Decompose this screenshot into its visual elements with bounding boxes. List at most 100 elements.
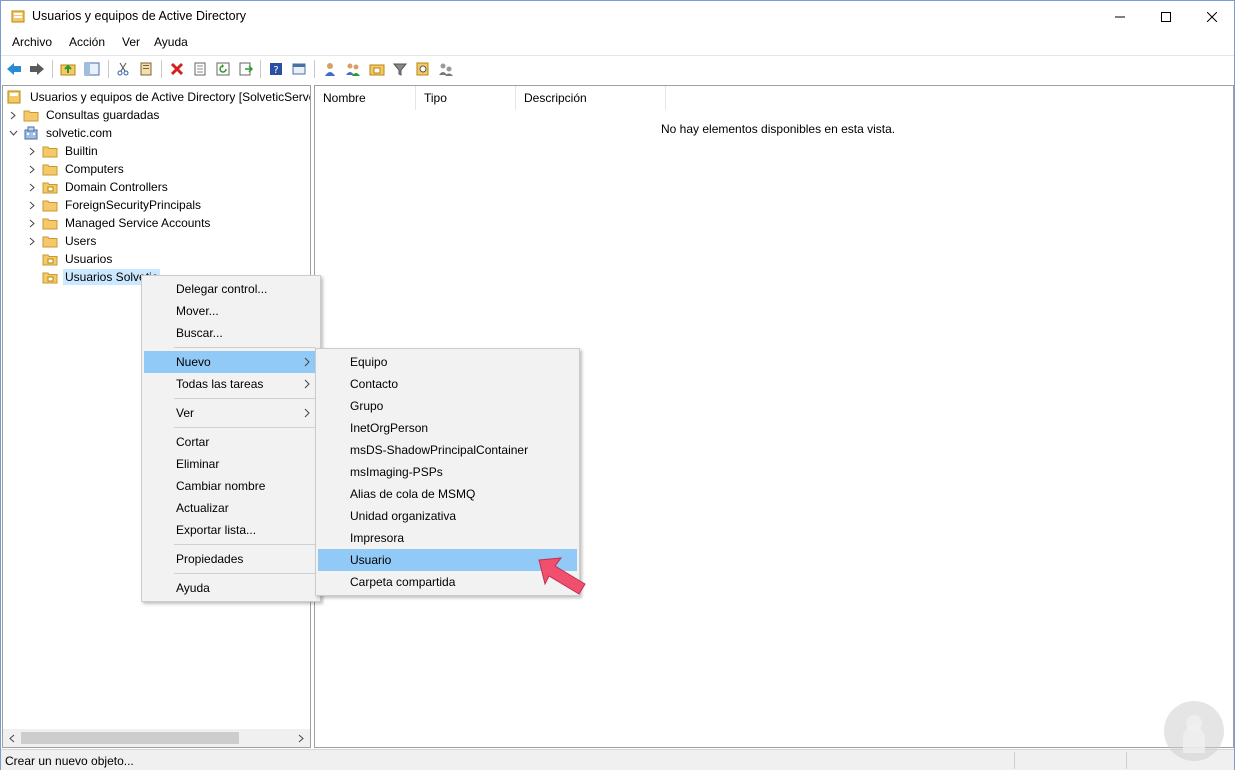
cut-icon[interactable] xyxy=(113,59,133,79)
empty-list-message: No hay elementos disponibles en esta vis… xyxy=(661,122,896,136)
menu-item-cambiar-nombre[interactable]: Cambiar nombre xyxy=(144,475,318,497)
menu-item-ver[interactable]: Ver xyxy=(144,402,318,424)
chevron-right-icon xyxy=(304,407,310,421)
submenu-item-unidad-organizativa[interactable]: Unidad organizativa xyxy=(318,505,577,527)
tree-item-saved-queries[interactable]: Consultas guardadas xyxy=(7,106,161,124)
export-icon[interactable] xyxy=(236,59,256,79)
menu-archivo[interactable]: Archivo xyxy=(9,35,55,49)
menu-item-buscar[interactable]: Buscar... xyxy=(144,322,318,344)
context-menu: Delegar control... Mover... Buscar... Nu… xyxy=(141,275,321,602)
window-title: Usuarios y equipos de Active Directory xyxy=(32,9,246,23)
properties-icon[interactable] xyxy=(190,59,210,79)
chevron-right-icon[interactable] xyxy=(26,163,38,175)
svg-text:?: ? xyxy=(273,65,278,76)
folder-icon xyxy=(42,216,58,230)
pointer-arrow-icon xyxy=(535,554,591,596)
menu-bar: Archivo Acción Ver Ayuda xyxy=(1,32,1234,54)
submenu-item-msds-shadow[interactable]: msDS-ShadowPrincipalContainer xyxy=(318,439,577,461)
tree-root[interactable]: Usuarios y equipos de Active Directory [… xyxy=(7,88,311,106)
chevron-right-icon[interactable] xyxy=(26,145,38,157)
domain-icon xyxy=(23,126,39,140)
app-icon xyxy=(11,9,25,23)
menu-item-nuevo[interactable]: Nuevo xyxy=(144,351,318,373)
tree-item-users[interactable]: Users xyxy=(26,232,98,250)
add-to-group-icon[interactable] xyxy=(436,59,456,79)
close-button[interactable] xyxy=(1189,1,1235,32)
submenu-item-contacto[interactable]: Contacto xyxy=(318,373,577,395)
chevron-right-icon[interactable] xyxy=(26,199,38,211)
up-folder-icon[interactable] xyxy=(58,59,78,79)
ou-icon xyxy=(42,270,58,284)
column-header-nombre[interactable]: Nombre xyxy=(315,86,416,110)
horizontal-scrollbar[interactable] xyxy=(3,729,310,747)
refresh-icon[interactable] xyxy=(213,59,233,79)
menu-item-mover[interactable]: Mover... xyxy=(144,300,318,322)
menu-item-delegar-control[interactable]: Delegar control... xyxy=(144,278,318,300)
ou-icon xyxy=(42,252,58,266)
column-header-descripcion[interactable]: Descripción xyxy=(516,86,666,110)
forward-icon[interactable] xyxy=(27,59,47,79)
menu-ver[interactable]: Ver xyxy=(119,35,143,49)
status-bar: Crear un nuevo objeto... xyxy=(1,749,1234,770)
chevron-right-icon[interactable] xyxy=(26,235,38,247)
tree-item-managed-service-accounts[interactable]: Managed Service Accounts xyxy=(26,214,212,232)
menu-item-exportar-lista[interactable]: Exportar lista... xyxy=(144,519,318,541)
submenu-item-equipo[interactable]: Equipo xyxy=(318,351,577,373)
tree-item-domain-controllers[interactable]: Domain Controllers xyxy=(26,178,170,196)
menu-item-eliminar[interactable]: Eliminar xyxy=(144,453,318,475)
submenu-item-grupo[interactable]: Grupo xyxy=(318,395,577,417)
menu-item-todas-las-tareas[interactable]: Todas las tareas xyxy=(144,373,318,395)
chevron-right-icon xyxy=(304,356,310,370)
scroll-left-icon[interactable] xyxy=(7,732,17,744)
scrollbar-thumb[interactable] xyxy=(21,732,239,744)
chevron-right-icon[interactable] xyxy=(7,109,19,121)
delete-icon[interactable] xyxy=(167,59,187,79)
tree-item-computers[interactable]: Computers xyxy=(26,160,126,178)
title-bar[interactable]: Usuarios y equipos de Active Directory xyxy=(1,1,1234,32)
submenu-item-alias-msmq[interactable]: Alias de cola de MSMQ xyxy=(318,483,577,505)
menu-item-propiedades[interactable]: Propiedades xyxy=(144,548,318,570)
maximize-button[interactable] xyxy=(1143,1,1189,32)
new-ou-icon[interactable] xyxy=(367,59,387,79)
new-group-icon[interactable] xyxy=(343,59,363,79)
chevron-right-icon xyxy=(304,378,310,392)
chevron-right-icon[interactable] xyxy=(26,181,38,193)
chevron-right-icon[interactable] xyxy=(26,217,38,229)
new-user-icon[interactable] xyxy=(320,59,340,79)
submenu-item-inetorgperson[interactable]: InetOrgPerson xyxy=(318,417,577,439)
chevron-down-icon[interactable] xyxy=(7,127,19,139)
folder-icon xyxy=(23,108,39,122)
folder-icon xyxy=(42,144,58,158)
menu-item-todas-label: Todas las tareas xyxy=(176,377,264,391)
menu-item-nuevo-label: Nuevo xyxy=(176,355,211,369)
tree-root-label: Usuarios y equipos de Active Directory [… xyxy=(30,90,311,104)
show-tree-icon[interactable] xyxy=(82,59,102,79)
menu-item-ayuda[interactable]: Ayuda xyxy=(144,577,318,599)
tree-item-usuarios[interactable]: Usuarios xyxy=(42,250,114,268)
toolbar: ? xyxy=(1,55,1234,81)
tree-item-domain[interactable]: solvetic.com xyxy=(7,124,114,142)
minimize-button[interactable] xyxy=(1097,1,1143,32)
help-icon[interactable]: ? xyxy=(266,59,286,79)
menu-accion[interactable]: Acción xyxy=(66,35,108,49)
status-text: Crear un nuevo objeto... xyxy=(5,754,134,768)
filter-icon[interactable] xyxy=(390,59,410,79)
ad-console-icon xyxy=(7,90,23,104)
folder-icon xyxy=(42,162,58,176)
back-icon[interactable] xyxy=(4,59,24,79)
copy-icon[interactable] xyxy=(136,59,156,79)
menu-ayuda[interactable]: Ayuda xyxy=(151,35,191,49)
tree-item-foreign-security-principals[interactable]: ForeignSecurityPrincipals xyxy=(26,196,203,214)
watermark-logo xyxy=(1159,695,1229,767)
tree-item-builtin[interactable]: Builtin xyxy=(26,142,100,160)
folder-icon xyxy=(42,234,58,248)
submenu-item-msimaging-psps[interactable]: msImaging-PSPs xyxy=(318,461,577,483)
menu-item-cortar[interactable]: Cortar xyxy=(144,431,318,453)
menu-item-actualizar[interactable]: Actualizar xyxy=(144,497,318,519)
submenu-item-impresora[interactable]: Impresora xyxy=(318,527,577,549)
column-header-tipo[interactable]: Tipo xyxy=(416,86,516,110)
app-window: Usuarios y equipos de Active Directory A… xyxy=(0,0,1235,770)
console-icon[interactable] xyxy=(289,59,309,79)
find-icon[interactable] xyxy=(413,59,433,79)
scroll-right-icon[interactable] xyxy=(296,732,306,744)
